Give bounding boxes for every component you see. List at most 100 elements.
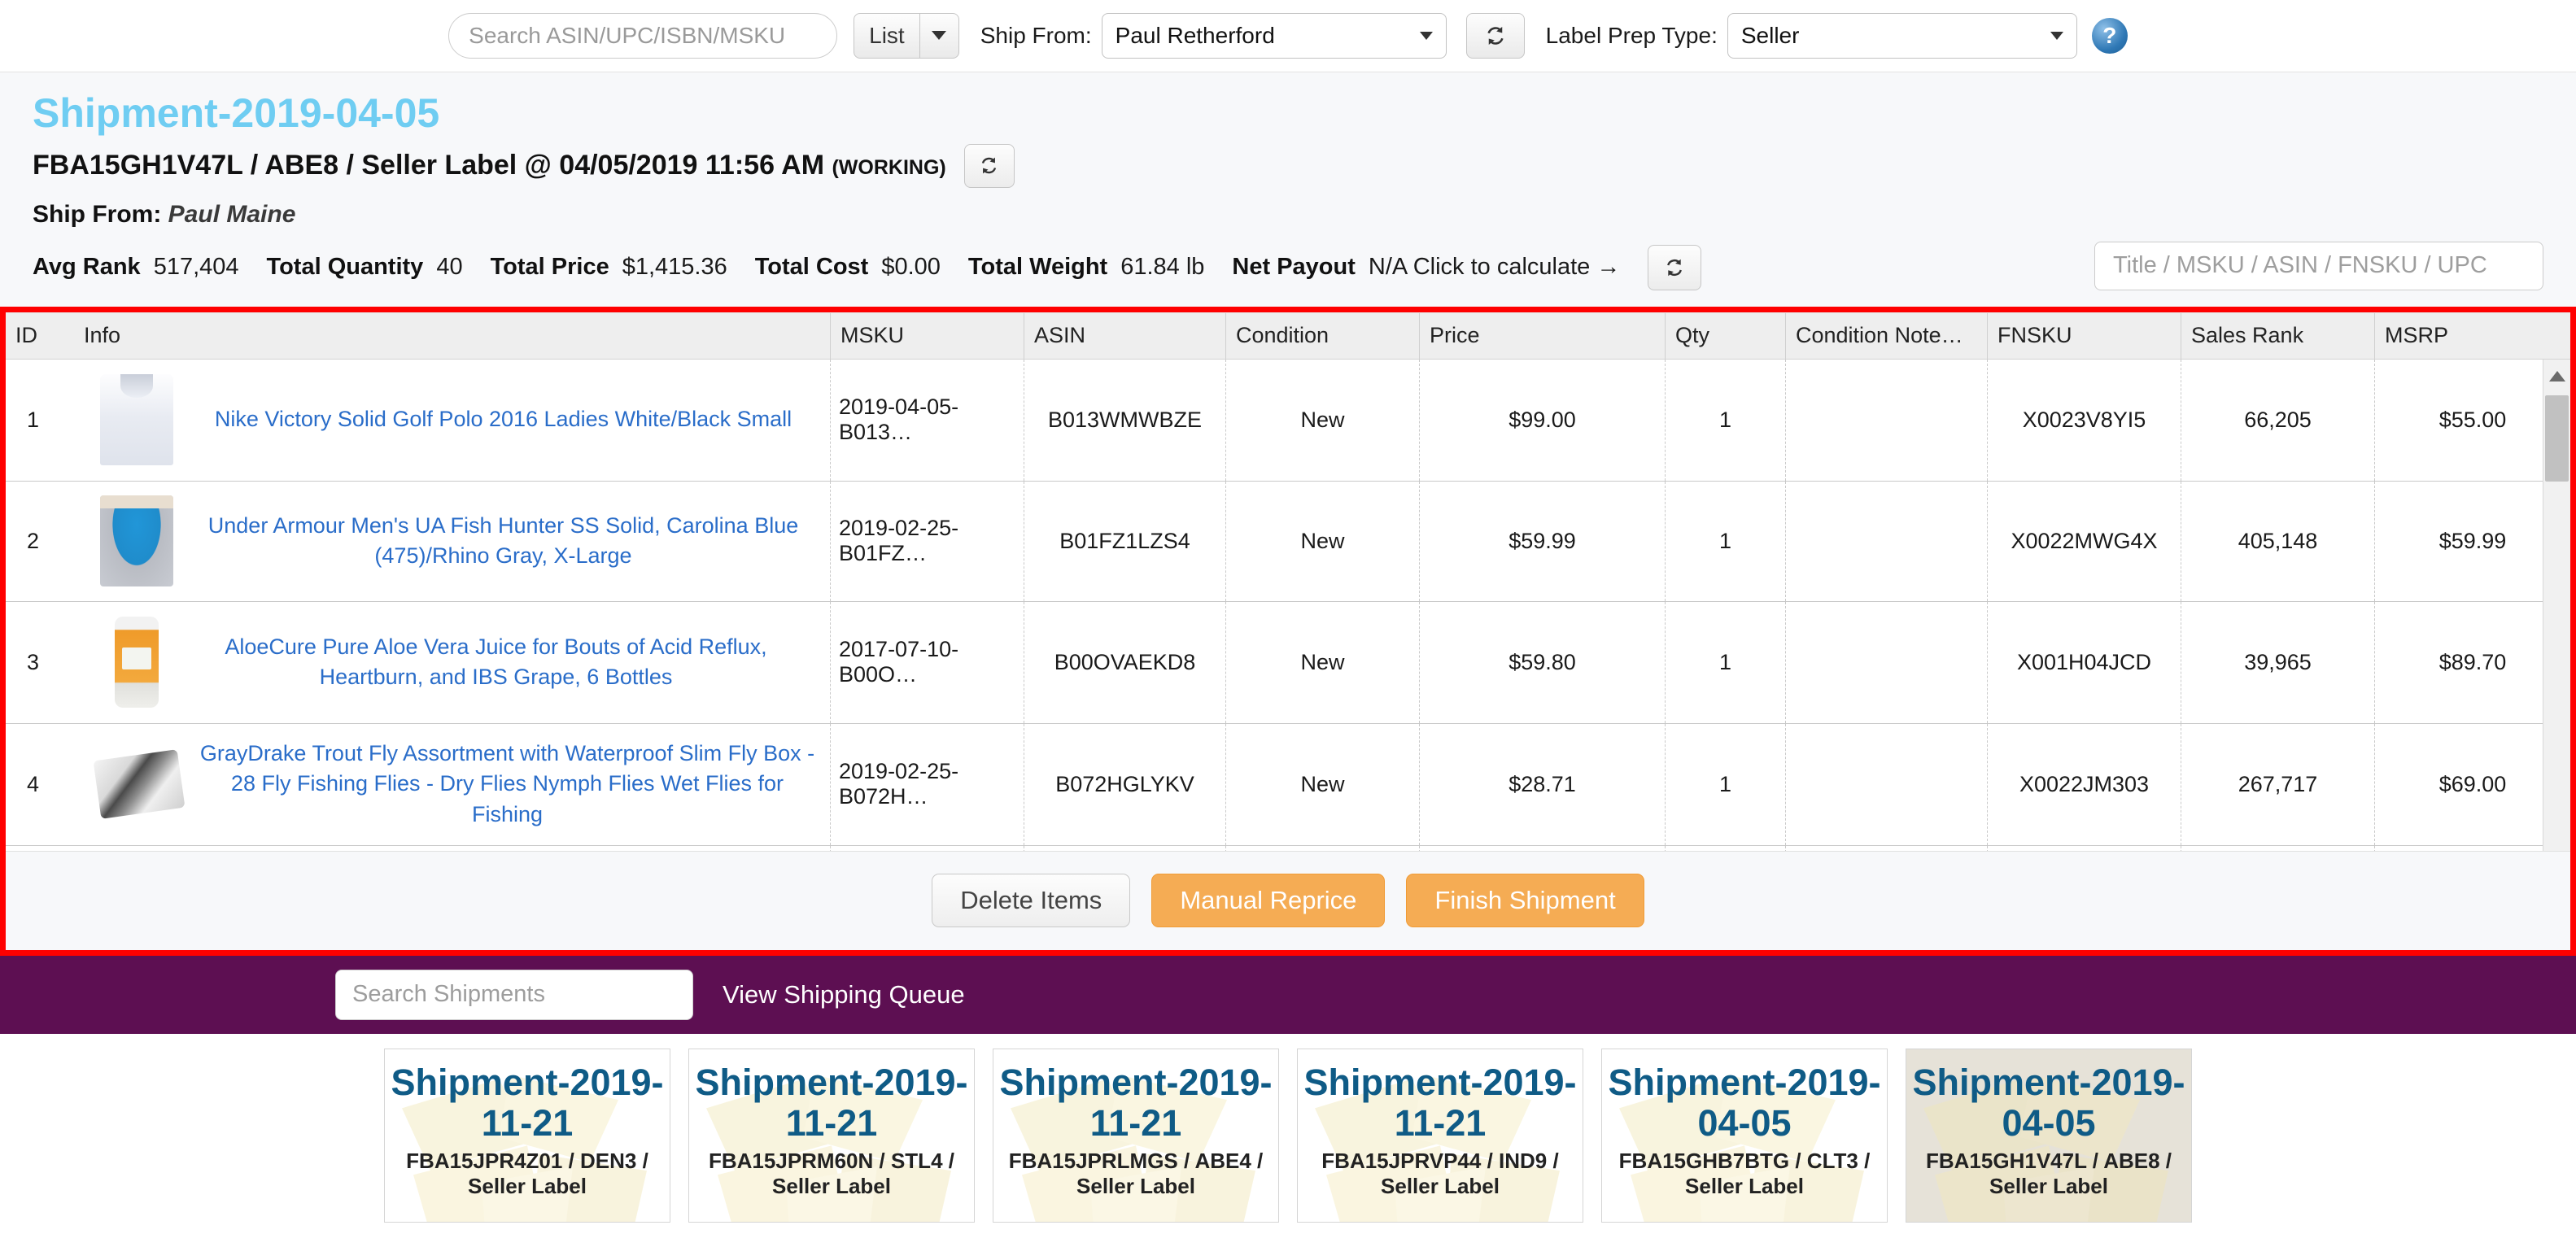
shipment-card[interactable]: Shipment-2019-11-21 FBA15JPRVP44 / IND9 … bbox=[1297, 1048, 1583, 1223]
list-dropdown-toggle[interactable] bbox=[919, 12, 959, 59]
cell-qty[interactable]: 1 bbox=[1666, 601, 1786, 723]
shipment-card-subtitle: FBA15JPR4Z01 / DEN3 / Seller Label bbox=[406, 1149, 648, 1199]
table-row[interactable]: 3 AloeCure Pure Aloe Vera Juice for Bout… bbox=[6, 601, 2570, 724]
shipment-ship-from-label: Ship From: bbox=[33, 200, 162, 228]
ship-from-select[interactable]: Paul Retherford bbox=[1101, 12, 1447, 59]
top-toolbar-inner: List Ship From: Paul Retherford Label Pr… bbox=[448, 12, 2128, 59]
column-header-asin[interactable]: ASIN bbox=[1024, 312, 1226, 359]
column-header-info[interactable]: Info bbox=[74, 312, 831, 359]
product-title-link[interactable]: GrayDrake Trout Fly Assortment with Wate… bbox=[193, 739, 822, 830]
cell-condition-note[interactable] bbox=[1786, 481, 1988, 601]
finish-shipment-button[interactable]: Finish Shipment bbox=[1406, 874, 1644, 927]
list-button[interactable]: List bbox=[854, 12, 920, 59]
cell-price[interactable]: $99.00 bbox=[1420, 359, 1666, 481]
cell-condition-note[interactable] bbox=[1786, 723, 1988, 845]
cell-msku: 2019-02-25-B01FZ… bbox=[831, 481, 1024, 601]
view-shipping-queue-link[interactable]: View Shipping Queue bbox=[723, 980, 965, 1009]
column-header-id[interactable]: ID bbox=[6, 313, 74, 359]
cell-asin: B072HGLYKV bbox=[1024, 723, 1226, 845]
shipment-card-title: Shipment-2019-11-21 bbox=[1303, 1061, 1577, 1144]
cell-fnsku: X0023V8YI5 bbox=[1988, 359, 2181, 481]
cell-sales-rank: 39,965 bbox=[2181, 601, 2375, 723]
stat-total-quantity: Total Quantity 40 bbox=[267, 254, 463, 281]
shipment-card[interactable]: Shipment-2019-04-05 FBA15GHB7BTG / CLT3 … bbox=[1601, 1048, 1888, 1223]
cell-condition[interactable]: New bbox=[1226, 601, 1420, 723]
shipment-cards-strip: Shipment-2019-11-21 FBA15JPR4Z01 / DEN3 … bbox=[0, 1033, 2576, 1223]
shipment-card-title: Shipment-2019-11-21 bbox=[391, 1061, 664, 1144]
column-header-msku[interactable]: MSKU bbox=[831, 312, 1024, 359]
column-header-condition-note[interactable]: Condition Note… bbox=[1786, 312, 1988, 359]
cell-price[interactable]: $59.99 bbox=[1420, 481, 1666, 601]
shipment-subtitle: FBA15GH1V47L / ABE8 / Seller Label @ 04/… bbox=[33, 150, 946, 181]
product-title-link[interactable]: AloeCure Pure Aloe Vera Juice for Bouts … bbox=[170, 632, 822, 693]
cell-msrp: $59.99 bbox=[2438, 528, 2507, 553]
shipment-refresh-button[interactable] bbox=[963, 143, 1015, 188]
table-row[interactable]: 1 Nike Victory Solid Golf Polo 2016 Ladi… bbox=[6, 359, 2570, 482]
cell-id: 3 bbox=[27, 649, 40, 674]
table-row[interactable]: 2 Under Armour Men's UA Fish Hunter SS S… bbox=[6, 481, 2570, 602]
shipment-subtitle-text: FBA15GH1V47L / ABE8 / Seller Label @ 04/… bbox=[33, 150, 832, 181]
label-prep-type-select[interactable]: Seller bbox=[1727, 12, 2077, 59]
column-header-price[interactable]: Price bbox=[1420, 312, 1666, 359]
shipment-card-subtitle: FBA15JPRLMGS / ABE4 / Seller Label bbox=[1008, 1149, 1264, 1199]
stat-value: $1,415.36 bbox=[622, 254, 727, 280]
ship-from-refresh-button[interactable] bbox=[1465, 12, 1525, 59]
cell-id: 1 bbox=[27, 407, 40, 432]
scroll-up-arrow-icon[interactable] bbox=[2548, 370, 2565, 382]
net-payout-calculate-link[interactable]: N/A Click to calculate → bbox=[1369, 254, 1620, 281]
shipment-card[interactable]: Shipment-2019-11-21 FBA15JPRLMGS / ABE4 … bbox=[993, 1048, 1279, 1223]
items-filter-input[interactable] bbox=[2094, 241, 2543, 290]
ship-from-value: Paul Retherford bbox=[1115, 22, 1275, 48]
stat-total-price: Total Price $1,415.36 bbox=[491, 254, 727, 281]
shipment-card-title: Shipment-2019-11-21 bbox=[999, 1061, 1273, 1144]
chevron-down-icon bbox=[1419, 31, 1433, 40]
shipment-subtitle-row: FBA15GH1V47L / ABE8 / Seller Label @ 04/… bbox=[33, 143, 2543, 188]
cell-sales-rank: 405,148 bbox=[2181, 481, 2375, 601]
cell-condition[interactable]: New bbox=[1226, 359, 1420, 481]
cell-condition-note[interactable] bbox=[1786, 601, 1988, 723]
refresh-icon bbox=[982, 157, 997, 174]
chevron-down-icon bbox=[932, 31, 947, 40]
delete-items-button[interactable]: Delete Items bbox=[932, 874, 1131, 927]
search-shipments-input[interactable] bbox=[335, 969, 693, 1020]
cell-price[interactable]: $28.71 bbox=[1420, 723, 1666, 845]
column-header-sales-rank[interactable]: Sales Rank bbox=[2181, 312, 2375, 359]
table-row[interactable]: 4 GrayDrake Trout Fly Assortment with Wa… bbox=[6, 723, 2570, 846]
ship-from-label: Ship From: bbox=[980, 22, 1092, 48]
search-asin-input[interactable] bbox=[448, 12, 838, 59]
cell-condition-note[interactable] bbox=[1786, 359, 1988, 481]
column-header-condition[interactable]: Condition bbox=[1226, 312, 1420, 359]
cell-price[interactable]: $59.80 bbox=[1420, 601, 1666, 723]
shipment-card-selected[interactable]: Shipment-2019-04-05 FBA15GH1V47L / ABE8 … bbox=[1906, 1048, 2192, 1223]
stat-value: 61.84 lb bbox=[1120, 254, 1205, 280]
cell-msrp: $55.00 bbox=[2438, 407, 2507, 432]
manual-reprice-button[interactable]: Manual Reprice bbox=[1151, 874, 1386, 927]
shipment-card-title: Shipment-2019-04-05 bbox=[1608, 1061, 1881, 1144]
shipment-ship-from-row: Ship From: Paul Maine bbox=[33, 201, 2543, 229]
stat-net-payout[interactable]: Net Payout N/A Click to calculate → bbox=[1232, 254, 1620, 281]
scrollbar-thumb[interactable] bbox=[2545, 395, 2569, 482]
cell-qty[interactable]: 1 bbox=[1666, 359, 1786, 481]
shipment-card[interactable]: Shipment-2019-11-21 FBA15JPRM60N / STL4 … bbox=[688, 1048, 975, 1223]
shipment-card[interactable]: Shipment-2019-11-21 FBA15JPR4Z01 / DEN3 … bbox=[384, 1048, 670, 1223]
cell-condition[interactable]: New bbox=[1226, 723, 1420, 845]
column-header-qty[interactable]: Qty bbox=[1666, 312, 1786, 359]
shipment-card-subtitle: FBA15GH1V47L / ABE8 / Seller Label bbox=[1926, 1149, 2172, 1199]
product-title-link[interactable]: Nike Victory Solid Golf Polo 2016 Ladies… bbox=[185, 404, 822, 434]
cell-qty[interactable]: 1 bbox=[1666, 723, 1786, 845]
help-icon[interactable]: ? bbox=[2091, 17, 2128, 54]
shipment-card-subtitle: FBA15JPRM60N / STL4 / Seller Label bbox=[709, 1149, 954, 1199]
column-header-fnsku[interactable]: FNSKU bbox=[1988, 312, 2181, 359]
stats-refresh-button[interactable] bbox=[1648, 244, 1702, 290]
shipment-ship-from-value: Paul Maine bbox=[168, 200, 296, 228]
refresh-icon bbox=[1667, 259, 1683, 276]
product-title-link[interactable]: Under Armour Men's UA Fish Hunter SS Sol… bbox=[185, 511, 822, 572]
column-header-msrp[interactable]: MSRP bbox=[2375, 313, 2570, 359]
shipment-header-panel: Shipment-2019-04-05 FBA15GH1V47L / ABE8 … bbox=[0, 72, 2576, 307]
cell-condition[interactable]: New bbox=[1226, 481, 1420, 601]
stat-label: Net Payout bbox=[1232, 254, 1356, 280]
table-header-row: ID Info MSKU ASIN Condition Price Qty Co… bbox=[6, 312, 2570, 360]
cell-qty[interactable]: 1 bbox=[1666, 481, 1786, 601]
product-thumbnail-icon bbox=[93, 749, 186, 819]
stat-total-cost: Total Cost $0.00 bbox=[755, 254, 941, 281]
